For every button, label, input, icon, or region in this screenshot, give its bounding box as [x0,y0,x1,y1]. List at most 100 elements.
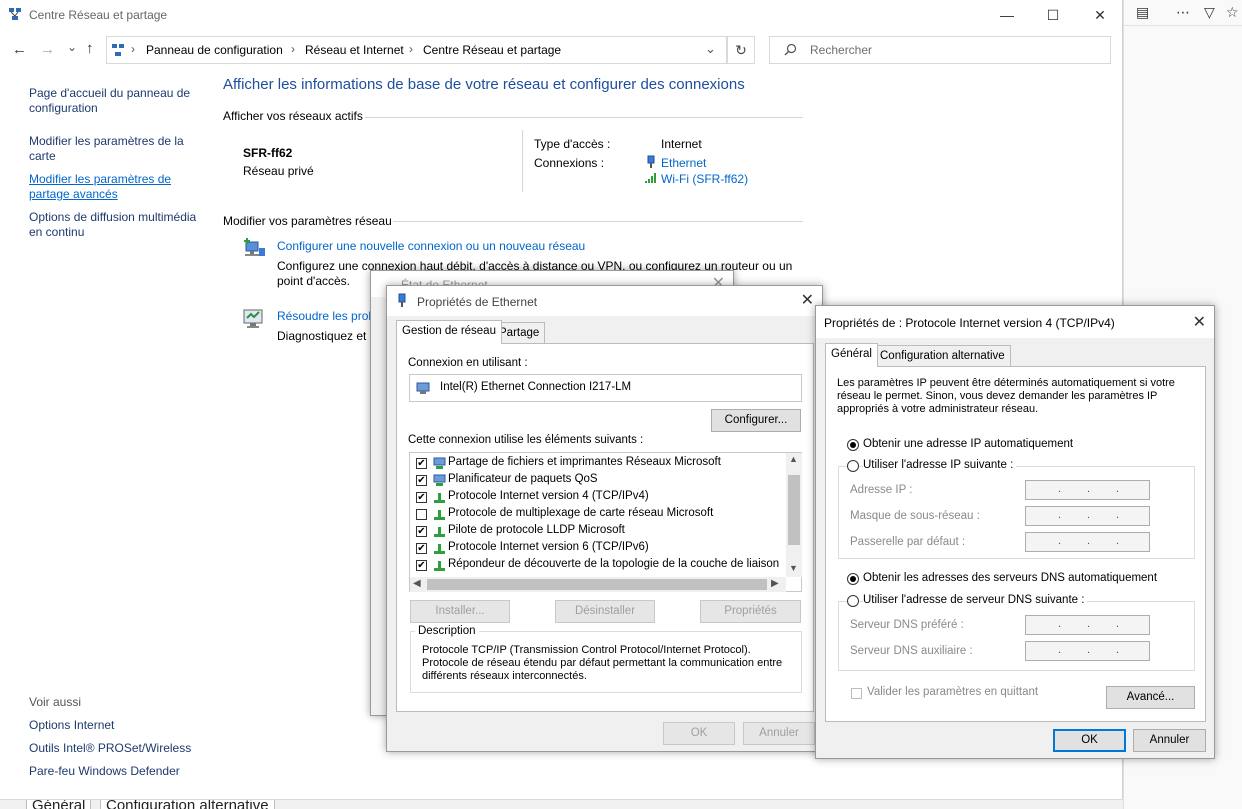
divider [365,117,803,118]
breadcrumb-network-center[interactable]: Centre Réseau et partage [423,43,561,57]
search-box[interactable]: Rechercher [769,36,1111,64]
refresh-button[interactable]: ↻ [727,36,755,64]
manual-ip-label: Utiliser l'adresse IP suivante : [863,459,1017,471]
components-list-items: ✔ Partage de fichiers et imprimantes Rés… [410,453,785,577]
component-checkbox[interactable] [416,509,427,520]
description-title: Description [415,625,479,637]
manual-dns-radio[interactable] [847,595,859,607]
ethernet-properties-close-button[interactable]: ✕ [801,290,814,310]
component-checkbox[interactable]: ✔ [416,543,427,554]
install-button[interactable]: Installer... [410,600,510,623]
breadcrumb-separator: › [291,42,295,56]
minimize-button[interactable]: — [984,0,1030,30]
more-icon[interactable]: ⋯ [1176,4,1190,21]
component-checkbox[interactable]: ✔ [416,475,427,486]
network-type: Réseau privé [243,164,314,178]
network-app-icon [8,7,22,21]
see-also-title: Voir aussi [29,695,82,709]
troubleshoot-desc: Diagnostiquez et r [277,329,374,343]
sidebar-item-adapter-settings[interactable]: Modifier les paramètres de la carte [29,134,209,164]
alternate-dns-field[interactable]: ... [1025,641,1150,661]
ip-dot: . [1116,618,1120,630]
new-connection-link[interactable]: Configurer une nouvelle connexion ou un … [277,239,585,253]
cancel-button[interactable]: Annuler [743,722,815,745]
share-icon [433,457,446,473]
validate-checkbox[interactable] [851,688,862,699]
ipv4-close-button[interactable]: ✕ [1193,312,1206,332]
maximize-button[interactable]: ☐ [1030,0,1076,30]
ethernet-link[interactable]: Ethernet [661,156,706,170]
ipv4-ok-button[interactable]: OK [1053,729,1126,752]
gateway-field[interactable]: ... [1025,532,1150,552]
ok-button[interactable]: OK [663,722,735,745]
components-list: ✔ Partage de fichiers et imprimantes Rés… [409,452,802,592]
sidebar-item-advanced-sharing[interactable]: Modifier les paramètres de partage avanc… [29,172,189,202]
preferred-dns-field[interactable]: ... [1025,615,1150,635]
scrollbar-thumb[interactable] [427,579,767,590]
subnet-mask-field[interactable]: ... [1025,506,1150,526]
ip-dot: . [1087,535,1091,547]
auto-dns-radio[interactable] [847,573,859,585]
troubleshoot-icon [242,308,266,333]
address-dropdown-button[interactable]: ⌄ [705,41,716,57]
ipv4-cancel-button[interactable]: Annuler [1133,729,1206,752]
horizontal-scrollbar[interactable]: ◀ ▶ [410,577,786,592]
address-bar[interactable]: › Panneau de configuration › Réseau et I… [106,36,727,64]
wifi-link[interactable]: Wi-Fi (SFR-ff62) [661,172,748,186]
vertical-scrollbar[interactable]: ▲ ▼ [786,453,802,577]
tab-general[interactable]: Général [825,343,878,367]
scroll-left-icon[interactable]: ◀ [413,578,421,589]
pocket-icon[interactable]: ▽ [1204,4,1215,21]
sidebar-item-home[interactable]: Page d'accueil du panneau de configurati… [29,86,209,116]
scroll-right-icon[interactable]: ▶ [771,578,779,589]
component-checkbox[interactable]: ✔ [416,492,427,503]
tab-alternate-config[interactable]: Configuration alternative [874,345,1011,367]
access-type-label: Type d'accès : [534,137,611,151]
ethernet-adapter-icon [397,293,407,311]
connections-label: Connexions : [534,156,605,170]
uninstall-button[interactable]: Désinstaller [555,600,655,623]
validate-label: Valider les paramètres en quittant [867,686,1039,698]
component-checkbox[interactable]: ✔ [416,458,427,469]
breadcrumb-control-panel[interactable]: Panneau de configuration [146,43,283,57]
ip-dot: . [1087,483,1091,495]
breadcrumb-separator: › [131,42,135,56]
see-also-internet-options[interactable]: Options Internet [29,718,209,733]
forward-button[interactable]: → [40,41,55,58]
ip-address-field[interactable]: ... [1025,480,1150,500]
scroll-down-icon[interactable]: ▼ [789,563,798,573]
see-also-firewall[interactable]: Pare-feu Windows Defender [29,764,209,779]
recent-pages-button[interactable]: ⌄ [67,40,77,54]
manual-ip-radio[interactable] [847,460,859,472]
ip-dot: . [1087,644,1091,656]
troubleshoot-link[interactable]: Résoudre les prob [277,309,375,323]
protocol-icon [433,559,446,575]
ip-dot: . [1087,509,1091,521]
breadcrumb-separator: › [409,42,413,56]
general-tab-panel: Les paramètres IP peuvent être déterminé… [825,366,1206,722]
component-checkbox[interactable]: ✔ [416,560,427,571]
scrollbar-thumb[interactable] [788,475,800,545]
component-label: Protocole de multiplexage de carte résea… [448,507,714,519]
control-panel-icon [111,43,125,57]
component-label: Répondeur de découverte de la topologie … [448,558,780,570]
new-connection-icon [242,236,268,265]
auto-ip-label: Obtenir une adresse IP automatiquement [863,438,1074,450]
sidebar-item-media-streaming[interactable]: Options de diffusion multimédia en conti… [29,210,209,240]
background-tab-general: Général [26,800,92,809]
configure-button[interactable]: Configurer... [711,409,801,432]
advanced-button[interactable]: Avancé... [1106,686,1195,709]
scroll-up-icon[interactable]: ▲ [789,454,798,464]
reader-icon[interactable]: ▤ [1136,4,1149,21]
properties-button[interactable]: Propriétés [700,600,801,623]
up-button[interactable]: ↑ [86,40,94,57]
star-icon[interactable]: ☆ [1226,4,1239,21]
close-button[interactable]: ✕ [1077,0,1123,30]
component-checkbox[interactable]: ✔ [416,526,427,537]
see-also-intel-proset[interactable]: Outils Intel® PROSet/Wireless [29,741,209,756]
auto-ip-radio[interactable] [847,439,859,451]
back-button[interactable]: ← [12,41,27,58]
breadcrumb-network-internet[interactable]: Réseau et Internet [305,43,404,57]
tab-network[interactable]: Gestion de réseau [396,320,502,344]
access-type-value: Internet [661,137,702,151]
